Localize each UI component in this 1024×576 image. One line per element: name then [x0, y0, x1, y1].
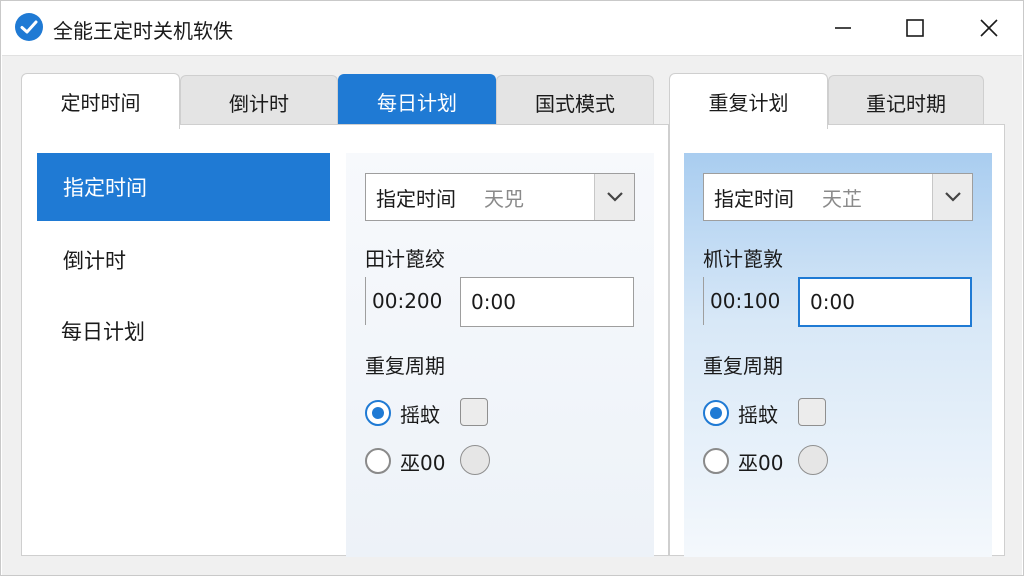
repeat-plan-panel: 指定时间 天芷 枛计蓖敦 00:100 重复周期 摇蚊 巫00	[669, 124, 1005, 557]
left-settings-panel: 指定时间 天兕 田计蓖绞 00:200 重复周期 摇蚊 巫00	[346, 153, 654, 557]
right-settings-panel: 指定时间 天芷 枛计蓖敦 00:100 重复周期 摇蚊 巫00	[684, 153, 992, 557]
app-window: 全能王定时关机软佚 定时时间 倒计时 每日计划 国式模式 重复计划 重记时期 指…	[0, 0, 1024, 576]
close-button[interactable]	[965, 9, 1013, 47]
option-checkbox[interactable]	[460, 398, 488, 426]
close-icon	[980, 19, 998, 37]
radio-option-1[interactable]	[703, 400, 729, 426]
chevron-down-icon[interactable]	[594, 174, 634, 220]
sidebar-item-label: 倒计时	[63, 249, 126, 273]
client-area: 定时时间 倒计时 每日计划 国式模式 重复计划 重记时期 指定时间 倒计时 每日…	[2, 55, 1022, 575]
window-title: 全能王定时关机软佚	[53, 19, 233, 43]
tab-label: 重记时期	[866, 92, 946, 116]
main-panel: 指定时间 倒计时 每日计划 指定时间 天兕 田计蓖绞 00:200 0:00 重…	[21, 124, 669, 557]
maximize-icon	[906, 19, 924, 37]
sidebar-item-label: 指定时间	[63, 176, 147, 200]
tab-label: 定时时间	[60, 91, 141, 115]
tab-mode[interactable]: 国式模式	[496, 75, 654, 129]
radio-option-1-label: 摇蚊	[400, 403, 440, 427]
radio-option-1[interactable]	[365, 400, 391, 426]
tab-scheduled-time[interactable]: 定时时间	[21, 73, 180, 129]
app-check-icon	[15, 13, 43, 41]
time-input[interactable]	[460, 277, 634, 327]
radio-option-2[interactable]	[365, 448, 391, 474]
option-circle-button[interactable]	[798, 445, 828, 475]
sidebar-item-scheduled-time[interactable]: 指定时间	[37, 153, 330, 221]
dropdown-hint: 天芷	[822, 186, 862, 211]
maximize-button[interactable]	[891, 9, 939, 47]
dropdown-value: 指定时间	[376, 186, 456, 211]
tab-repeat-plan[interactable]: 重复计划	[669, 73, 828, 129]
repeat-label: 重复周期	[703, 354, 783, 378]
radio-option-2-label: 巫00	[738, 451, 784, 475]
repeat-label: 重复周期	[365, 354, 445, 378]
minimize-icon	[835, 27, 851, 29]
tab-history[interactable]: 重记时期	[828, 75, 984, 129]
tab-label: 重复计划	[708, 91, 789, 115]
radio-option-1-label: 摇蚊	[738, 403, 778, 427]
time-type-dropdown[interactable]: 指定时间 天兕	[365, 173, 635, 221]
time-field-label: 田计蓖绞	[365, 247, 445, 271]
time-type-dropdown[interactable]: 指定时间 天芷	[703, 173, 973, 221]
dropdown-hint: 天兕	[484, 186, 524, 211]
radio-option-2[interactable]	[703, 448, 729, 474]
radio-option-2-label: 巫00	[400, 451, 446, 475]
time-input[interactable]	[798, 277, 972, 327]
time-prefix: 00:200	[365, 277, 455, 325]
title-bar[interactable]: 全能王定时关机软佚	[1, 1, 1023, 55]
tab-countdown[interactable]: 倒计时	[180, 75, 338, 129]
sidebar-item-label: 每日计划	[61, 320, 145, 344]
time-prefix: 00:100	[703, 277, 793, 325]
tab-daily-plan[interactable]: 每日计划	[338, 74, 496, 128]
sidebar-item-daily-plan[interactable]: 每日计划	[37, 297, 330, 365]
tab-label: 国式模式	[535, 92, 615, 116]
option-checkbox[interactable]	[798, 398, 826, 426]
tab-label: 每日计划	[377, 91, 457, 115]
option-circle-button[interactable]	[460, 445, 490, 475]
chevron-down-icon[interactable]	[932, 174, 972, 220]
sidebar-item-countdown[interactable]: 倒计时	[37, 226, 330, 294]
tab-label: 倒计时	[229, 92, 289, 116]
dropdown-value: 指定时间	[714, 186, 794, 211]
time-field-label: 枛计蓖敦	[703, 247, 783, 271]
minimize-button[interactable]	[819, 9, 867, 47]
